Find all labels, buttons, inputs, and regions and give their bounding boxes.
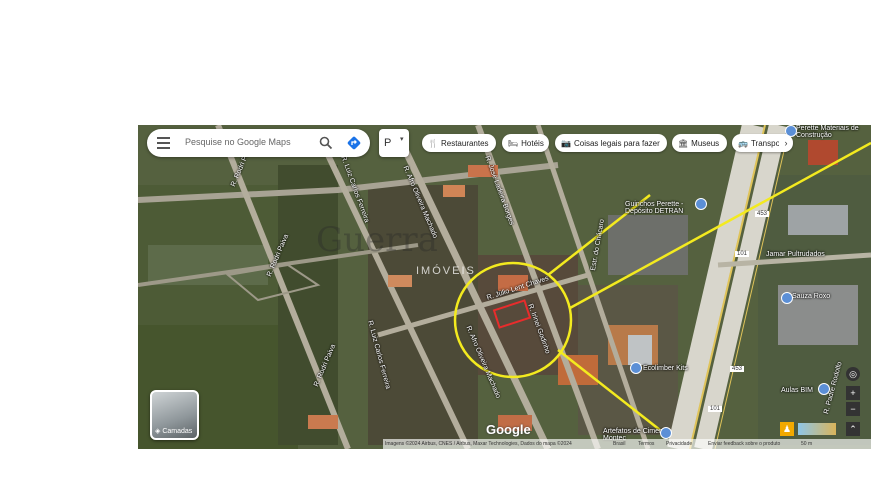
zoom-in-button[interactable]: + — [846, 386, 860, 400]
chip-transit[interactable]: 🚌 Transporte público › — [732, 134, 793, 152]
attribution-bar: Imagens ©2024 Airbus, CNES / Airbus, Max… — [383, 439, 871, 449]
chip-museums[interactable]: 🏛 Museus — [672, 134, 727, 152]
road-shield: 453 — [755, 211, 770, 217]
camera-icon: 📷 — [561, 138, 571, 148]
feedback-link[interactable]: Enviar feedback sobre o produto — [708, 441, 780, 447]
imagery-credit: Imagens ©2024 Airbus, CNES / Airbus, Max… — [385, 441, 572, 447]
chip-label: Museus — [691, 138, 720, 148]
terms-link[interactable]: Termos — [638, 441, 654, 447]
place-pin-icon[interactable] — [781, 292, 793, 304]
watermark-logo: Guerra — [316, 220, 438, 260]
search-input[interactable]: Pesquise no Google Maps — [185, 137, 291, 147]
road-shield: 453 — [730, 366, 745, 372]
road-shield: 101 — [708, 406, 723, 412]
layers-button[interactable]: ◈ Camadas — [150, 390, 199, 440]
transit-icon: 🚌 — [738, 138, 748, 148]
road-shield: 101 — [735, 251, 750, 257]
place-label[interactable]: Jamar Pultrudados — [766, 251, 825, 258]
chip-label: Restaurantes — [440, 138, 489, 148]
privacy-link[interactable]: Privacidade — [666, 441, 692, 447]
chip-restaurants[interactable]: 🍴 Restaurantes — [422, 134, 496, 152]
restaurant-icon: 🍴 — [428, 138, 438, 148]
layers-label: ◈ Camadas — [155, 428, 193, 435]
place-label[interactable]: Sauza Roxo — [792, 293, 830, 300]
imagery-thumbnails[interactable] — [798, 423, 836, 435]
layers-icon: ◈ — [155, 428, 161, 435]
menu-icon[interactable] — [157, 137, 170, 149]
place-pin-icon[interactable] — [695, 198, 707, 210]
my-location-button[interactable]: ◎ — [846, 367, 860, 381]
place-label[interactable]: Ecolimber Kits — [643, 365, 688, 372]
map-type-button[interactable]: P ▾ — [379, 129, 409, 157]
place-pin-icon[interactable] — [630, 362, 642, 374]
place-pin-icon[interactable] — [660, 427, 672, 439]
chip-things-to-do[interactable]: 📷 Coisas legais para fazer — [555, 134, 667, 152]
street-view-pegman-icon[interactable]: ♟ — [780, 422, 794, 436]
directions-icon[interactable] — [346, 135, 362, 151]
museum-icon: 🏛 — [678, 138, 689, 148]
place-label[interactable]: Aulas BIM — [781, 387, 813, 394]
chip-label: Hotéis — [521, 138, 544, 148]
scale-label: 50 m — [801, 441, 813, 447]
place-pin-icon[interactable] — [818, 383, 830, 395]
google-logo: Google — [486, 422, 531, 437]
map-type-label: P — [384, 137, 392, 149]
watermark-sub: IMÓVEIS — [416, 265, 476, 277]
chevron-up-icon[interactable]: ⌃ — [846, 422, 860, 436]
hotel-icon: 🛏 — [508, 138, 519, 148]
satellite-map[interactable]: Guerra IMÓVEIS R. Rodri Paiva R. Rodri P… — [138, 125, 871, 449]
place-label[interactable]: Guinchos Perette - Depósito DETRAN — [625, 201, 700, 215]
zoom-out-button[interactable]: − — [846, 402, 860, 416]
search-box[interactable]: Pesquise no Google Maps — [147, 129, 370, 157]
search-icon[interactable] — [319, 136, 333, 150]
country-link[interactable]: Brasil — [613, 441, 626, 447]
chevron-down-icon[interactable]: ▾ — [400, 135, 404, 143]
chevron-right-icon[interactable]: › — [779, 134, 793, 152]
satellite-imagery — [138, 125, 871, 449]
chip-label: Coisas legais para fazer — [573, 138, 660, 148]
place-label[interactable]: Perette Materiais de Construção — [796, 125, 870, 139]
chip-hotels[interactable]: 🛏 Hotéis — [502, 134, 549, 152]
